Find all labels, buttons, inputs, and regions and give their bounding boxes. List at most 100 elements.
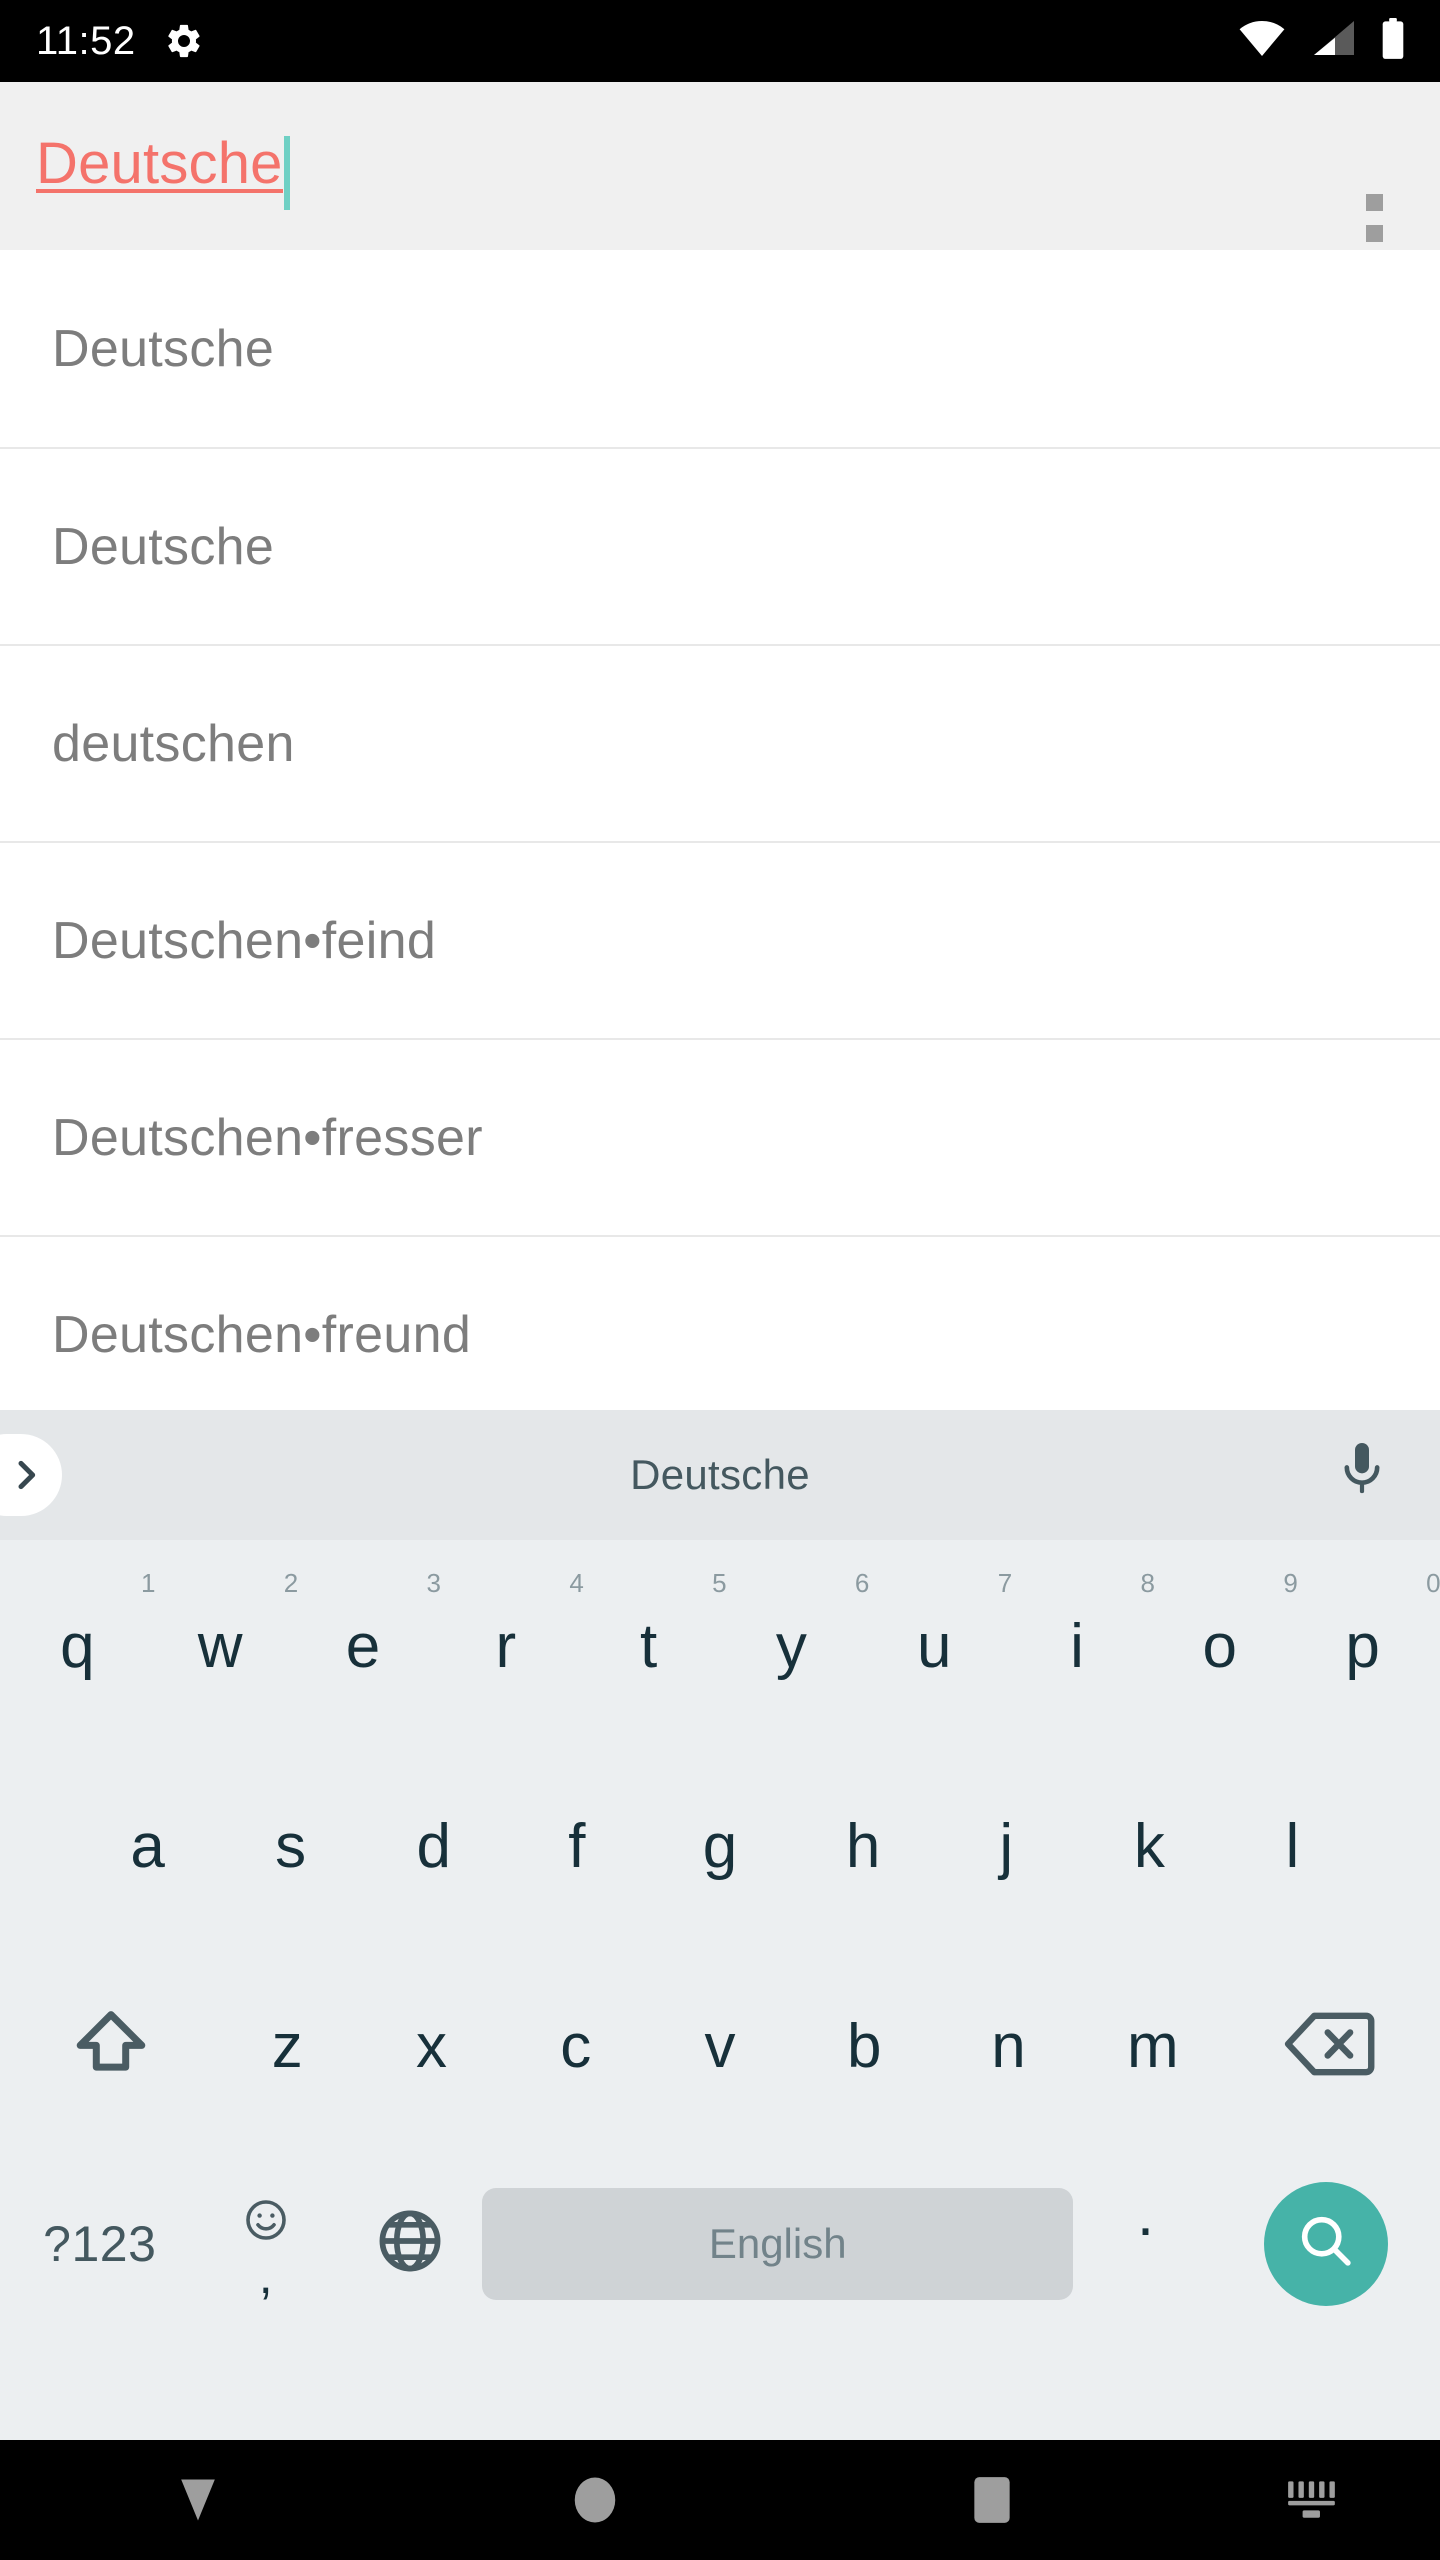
key-r-label: r	[495, 1611, 517, 1681]
wifi-full-icon	[1236, 19, 1288, 64]
gear-icon	[164, 21, 204, 61]
key-h-label: h	[845, 1811, 881, 1881]
keyboard-search-key[interactable]	[1218, 2181, 1434, 2306]
key-e-label: e	[345, 1611, 381, 1681]
backspace-icon	[1281, 2006, 1377, 2087]
battery-full-icon	[1380, 17, 1406, 65]
spellcheck-underline	[36, 188, 283, 193]
key-m[interactable]: m	[1081, 1946, 1225, 2146]
keyboard-rows: 1q 2w 3e 4r 5t 6y 7u 8i 9o 0p a s d f g …	[0, 1540, 1440, 2341]
keyboard-icon[interactable]	[1190, 2477, 1440, 2523]
list-item-label: Deutschen•feind	[52, 911, 437, 970]
key-u[interactable]: 7u	[863, 1546, 1012, 1746]
key-w-label: w	[197, 1611, 243, 1681]
key-b-label: b	[847, 2011, 882, 2081]
search-icon	[1294, 2209, 1358, 2278]
key-v[interactable]: v	[648, 1946, 792, 2146]
backspace-key[interactable]	[1225, 2006, 1434, 2087]
key-s-label: s	[275, 1811, 307, 1881]
language-switch-key[interactable]	[338, 2205, 482, 2282]
space-key[interactable]: English	[482, 2187, 1074, 2300]
recents-square-icon[interactable]	[793, 2473, 1190, 2527]
key-j[interactable]: j	[935, 1746, 1078, 1946]
key-f[interactable]: f	[505, 1746, 648, 1946]
list-item[interactable]: Deutschen•fresser	[0, 1038, 1440, 1235]
status-bar: 11:52	[0, 0, 1440, 82]
key-d[interactable]: d	[362, 1746, 505, 1946]
hide-keyboard-down-icon[interactable]	[0, 2475, 397, 2525]
key-p-number: 0	[1426, 1568, 1440, 1598]
list-item-label: Deutsche	[52, 319, 275, 378]
on-screen-keyboard: Deutsche 1q 2w 3e 4r 5t 6y 7u 8i 9o 0 p …	[0, 1410, 1440, 2440]
cell-signal-icon	[1310, 19, 1358, 64]
key-k-label: k	[1133, 1811, 1165, 1881]
shift-key[interactable]	[6, 2002, 215, 2091]
period-key[interactable]: .	[1073, 2179, 1217, 2308]
key-e[interactable]: 3e	[292, 1546, 441, 1746]
symbols-key-label: ?123	[43, 2215, 157, 2272]
key-o-label: o	[1202, 1611, 1238, 1681]
list-item[interactable]: Deutsche	[0, 250, 1440, 447]
list-item[interactable]: Deutschen•freund	[0, 1235, 1440, 1410]
key-g[interactable]: g	[648, 1746, 791, 1946]
key-i-label: i	[1070, 1611, 1084, 1681]
key-n[interactable]: n	[936, 1946, 1080, 2146]
keyboard-suggestion-word[interactable]: Deutsche	[0, 1451, 1440, 1499]
list-item-label: Deutsche	[52, 517, 275, 576]
suggestion-list: Deutsche Deutsche deutschen Deutschen•fe…	[0, 250, 1440, 1410]
key-h[interactable]: h	[792, 1746, 935, 1946]
text-caret	[283, 136, 290, 210]
key-m-label: m	[1126, 2011, 1179, 2081]
key-z[interactable]: z	[215, 1946, 359, 2146]
key-y[interactable]: 6y	[720, 1546, 870, 1746]
search-key-circle	[1263, 2181, 1388, 2306]
key-q[interactable]: 1q	[6, 1546, 155, 1746]
keyboard-row-1: 1q 2w 3e 4r 5t 6y 7u 8i 9o 0p	[0, 1546, 1440, 1746]
key-d-label: d	[416, 1811, 452, 1881]
list-item[interactable]: Deutschen•feind	[0, 841, 1440, 1038]
phone-screen: 11:52 Deutsche Deutsche Deutsche deutsch…	[0, 0, 1440, 2560]
key-s[interactable]: s	[219, 1746, 362, 1946]
microphone-icon[interactable]	[1334, 1440, 1390, 1507]
key-a[interactable]: a	[76, 1746, 219, 1946]
key-u-label: u	[916, 1611, 952, 1681]
key-j-label: j	[999, 1811, 1014, 1881]
key-k[interactable]: k	[1078, 1746, 1221, 1946]
search-input-value: Deutsche	[36, 131, 283, 196]
status-bar-clock: 11:52	[36, 19, 136, 63]
comma-key-label: ,	[258, 2248, 273, 2304]
overflow-dot	[1365, 193, 1383, 211]
key-w[interactable]: 2w	[149, 1546, 298, 1746]
navigation-bar	[0, 2440, 1440, 2560]
status-bar-icons	[1236, 17, 1406, 65]
key-f-label: f	[568, 1811, 586, 1881]
keyboard-row-3: z x c v b n m	[0, 1946, 1440, 2146]
list-item-label: deutschen	[52, 714, 295, 773]
key-r[interactable]: 4r	[434, 1546, 583, 1746]
home-circle-icon[interactable]	[397, 2473, 794, 2527]
key-i[interactable]: 8i	[1006, 1546, 1155, 1746]
key-n-label: n	[991, 2011, 1026, 2081]
key-l-label: l	[1285, 1811, 1300, 1881]
key-p-label: p	[1345, 1611, 1380, 1681]
key-x[interactable]: x	[359, 1946, 503, 2146]
key-p[interactable]: 0p	[1291, 1546, 1440, 1746]
chevron-right-icon[interactable]	[0, 1434, 62, 1516]
key-t[interactable]: 5t	[577, 1546, 727, 1746]
search-bar: Deutsche	[0, 82, 1440, 317]
shift-arrow-icon	[69, 2002, 153, 2091]
emoji-comma-key[interactable]: ,	[194, 2196, 338, 2304]
list-item[interactable]: Deutsche	[0, 447, 1440, 644]
list-item-label: Deutschen•freund	[52, 1305, 472, 1364]
list-item[interactable]: deutschen	[0, 644, 1440, 841]
key-l[interactable]: l	[1221, 1746, 1364, 1946]
key-g-label: g	[702, 1811, 738, 1881]
key-a-label: a	[130, 1811, 165, 1881]
symbols-key[interactable]: ?123	[6, 2215, 194, 2273]
key-b[interactable]: b	[792, 1946, 936, 2146]
key-o[interactable]: 9o	[1148, 1546, 1298, 1746]
key-c[interactable]: c	[504, 1946, 648, 2146]
search-input[interactable]: Deutsche	[36, 131, 1296, 246]
keyboard-row-2: a s d f g h j k l	[0, 1746, 1440, 1946]
period-key-label: .	[1136, 2180, 1155, 2249]
